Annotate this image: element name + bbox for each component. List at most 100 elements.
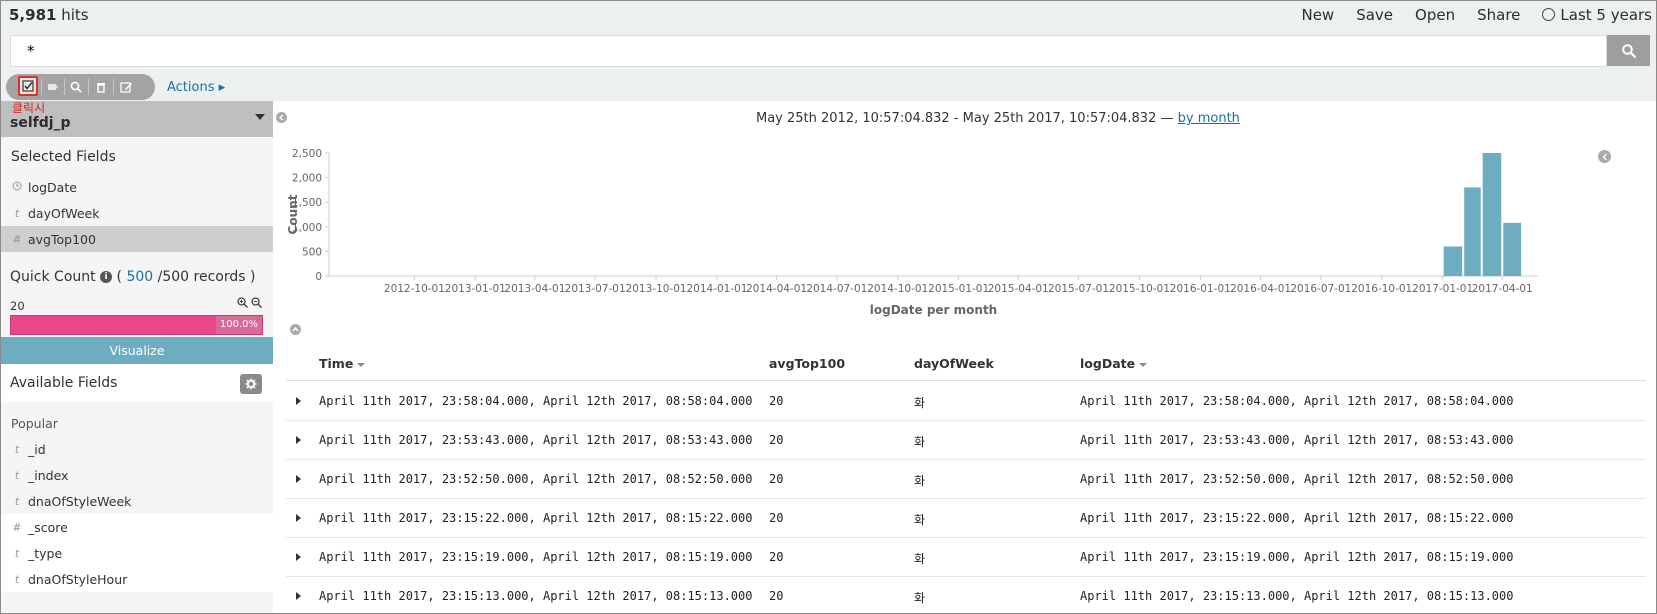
y-axis-label: Count: [286, 194, 300, 234]
visualize-button[interactable]: Visualize: [1, 337, 273, 364]
table-cell: April 11th 2017, 23:52:50.000, April 12t…: [1080, 472, 1514, 486]
doc-toolbar: [6, 74, 155, 100]
x-tick-label: 2016-07-01: [1290, 283, 1351, 295]
collapse-histogram-button[interactable]: [290, 324, 301, 335]
histogram-chart: 05001,0001,5002,0002,5002012-10-01 2013-0…: [286, 148, 1538, 317]
table-cell: 화: [914, 474, 926, 488]
expand-row-icon[interactable]: [296, 553, 301, 561]
trash-icon: [97, 83, 105, 93]
save-button[interactable]: Save: [1356, 6, 1393, 24]
table-row[interactable]: April 11th 2017, 23:58:04.000, April 12t…: [286, 382, 1646, 421]
field-item-id[interactable]: t _id: [1, 436, 273, 462]
field-item-dnaofstyleweek[interactable]: t dnaOfStyleWeek: [1, 488, 273, 514]
x-tick-label: 2015-10-01: [1109, 283, 1170, 295]
table-row[interactable]: April 11th 2017, 23:15:22.000, April 12t…: [286, 499, 1646, 538]
table-row[interactable]: April 11th 2017, 23:15:19.000, April 12t…: [286, 538, 1646, 577]
field-item-logdate[interactable]: logDate: [1, 174, 273, 200]
x-tick-label: 2016-10-01: [1351, 283, 1412, 295]
x-tick-label: 2013-04-01: [504, 283, 565, 295]
available-fields-header: Available Fields: [1, 364, 273, 402]
table-cell: 20: [769, 589, 784, 603]
collapse-sidebar-button[interactable]: [276, 112, 287, 123]
x-tick-label: 2016-01-01: [1170, 283, 1231, 295]
new-button[interactable]: New: [1301, 6, 1334, 24]
clock-icon: [10, 181, 24, 194]
table-cell: 화: [914, 591, 926, 605]
column-header-logdate[interactable]: logDate: [1080, 356, 1148, 371]
hits-count: 5,981 hits: [9, 6, 89, 24]
x-axis-label: logDate per month: [870, 303, 997, 317]
x-tick-label: 2015-04-01: [988, 283, 1049, 295]
sort-down-icon: [357, 362, 366, 367]
expand-row-icon[interactable]: [296, 475, 301, 483]
records-shown-link[interactable]: 500: [126, 269, 153, 285]
column-header-avgtop100[interactable]: avgTop100: [769, 356, 845, 371]
table-cell: April 11th 2017, 23:58:04.000, April 12t…: [1080, 394, 1514, 408]
info-icon: i: [100, 271, 113, 283]
field-item-dnaofstylehour[interactable]: t dnaOfStyleHour: [1, 566, 273, 592]
share-button[interactable]: Share: [1477, 6, 1520, 24]
chevron-left-icon: [278, 114, 284, 121]
table-cell: 20: [769, 433, 784, 447]
histogram-bar: [1482, 153, 1502, 276]
x-tick-label: 2013-07-01: [565, 283, 626, 295]
table-cell: April 11th 2017, 23:53:43.000, April 12t…: [319, 433, 753, 447]
string-type-icon: t: [14, 206, 20, 220]
x-tick-label: 2013-01-01: [445, 283, 506, 295]
zoom-in-icon[interactable]: [237, 297, 248, 308]
field-settings-button[interactable]: [240, 374, 262, 394]
column-header-time[interactable]: Time: [319, 356, 366, 371]
expand-row-icon[interactable]: [296, 514, 301, 522]
actions-menu[interactable]: Actions ▸: [167, 80, 225, 95]
expand-row-icon[interactable]: [296, 592, 301, 600]
table-cell: April 11th 2017, 23:52:50.000, April 12t…: [319, 472, 753, 486]
table-row[interactable]: April 11th 2017, 23:52:50.000, April 12t…: [286, 460, 1646, 499]
table-row[interactable]: April 11th 2017, 23:53:43.000, April 12t…: [286, 421, 1646, 460]
zoom-out-icon[interactable]: [251, 297, 262, 308]
quick-count-value: 20: [10, 299, 25, 313]
field-item-type[interactable]: t _type: [1, 540, 273, 566]
string-type-icon: t: [14, 468, 20, 482]
histogram-date-range: May 25th 2012, 10:57:04.832 - May 25th 2…: [756, 111, 1240, 126]
column-header-dayofweek[interactable]: dayOfWeek: [914, 356, 994, 371]
x-tick-label: 2013-10-01: [626, 283, 687, 295]
string-type-icon: t: [14, 572, 20, 586]
table-row[interactable]: April 11th 2017, 23:15:13.000, April 12t…: [286, 577, 1646, 613]
quick-count: Quick Count i ( 500 /500 records ): [10, 269, 256, 285]
field-item-avgtop100[interactable]: # avgTop100: [1, 226, 273, 252]
table-cell: April 11th 2017, 23:58:04.000, April 12t…: [319, 394, 753, 408]
field-item-dayofweek[interactable]: t dayOfWeek: [1, 200, 273, 226]
field-item-index[interactable]: t _index: [1, 462, 273, 488]
delete-button[interactable]: [91, 77, 111, 97]
chevron-up-icon: [292, 326, 299, 332]
number-type-icon: #: [12, 232, 22, 246]
string-type-icon: t: [14, 546, 20, 560]
toolbar-divider: [41, 79, 42, 95]
expand-row-icon[interactable]: [296, 436, 301, 444]
expand-row-icon[interactable]: [296, 397, 301, 405]
search-bar: [10, 35, 1607, 67]
x-tick-label: 2015-07-01: [1048, 283, 1109, 295]
field-item-score[interactable]: # _score: [1, 514, 273, 540]
search-input[interactable]: [11, 36, 1529, 66]
annotation-note: 클릭시: [12, 101, 46, 115]
toggle-select-button[interactable]: [18, 76, 38, 96]
filter-toggle-button[interactable]: [43, 77, 63, 97]
available-fields-title: Available Fields: [10, 375, 118, 391]
table-cell: April 11th 2017, 23:53:43.000, April 12t…: [1080, 433, 1514, 447]
x-tick-label: 2015-01-01: [928, 283, 989, 295]
x-tick-label: 2014-10-01: [867, 283, 928, 295]
table-cell: 화: [914, 552, 926, 566]
table-cell: April 11th 2017, 23:15:13.000, April 12t…: [1080, 589, 1514, 603]
interval-link[interactable]: by month: [1178, 111, 1240, 126]
edit-button[interactable]: [116, 77, 136, 97]
open-button[interactable]: Open: [1415, 6, 1455, 24]
sort-down-icon: [1139, 362, 1148, 367]
zoom-icon: [70, 81, 82, 93]
time-picker-button[interactable]: Last 5 years: [1542, 6, 1652, 24]
zoom-button[interactable]: [66, 77, 86, 97]
search-button[interactable]: [1607, 35, 1650, 66]
table-cell: 20: [769, 550, 784, 564]
clock-icon: [1542, 8, 1556, 21]
x-tick-label: 2014-01-01: [686, 283, 747, 295]
